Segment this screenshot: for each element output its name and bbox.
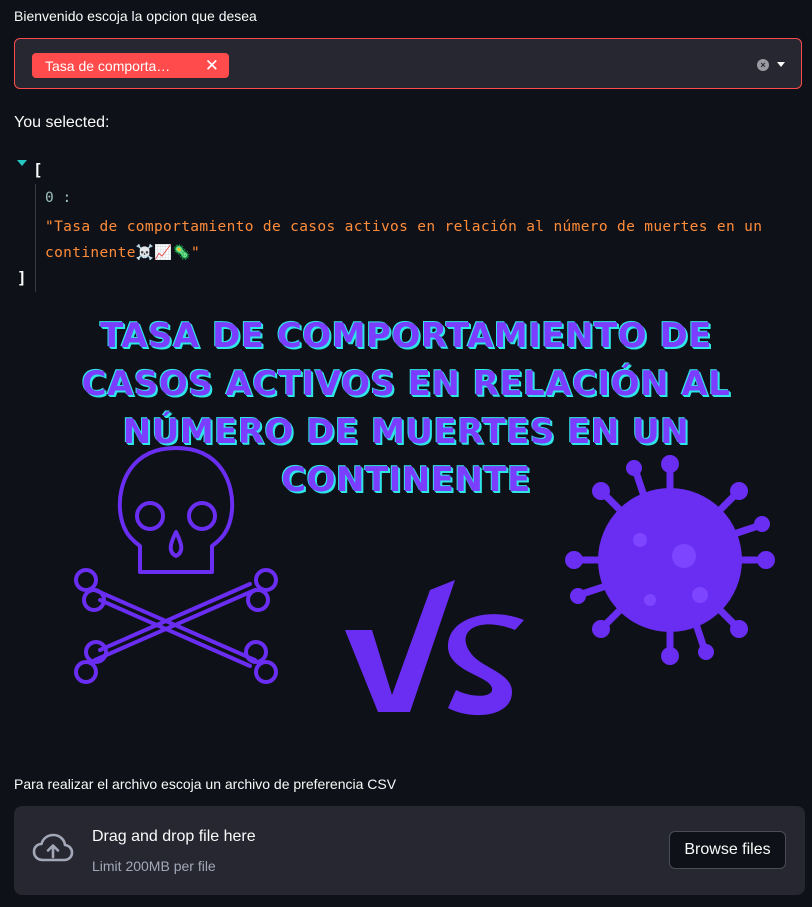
collapse-toggle-icon[interactable] bbox=[17, 160, 27, 166]
selected-option-chip[interactable]: Tasa de comporta… ✕ bbox=[32, 53, 229, 78]
multiselect-label: Bienvenido escoja la opcion que desea bbox=[14, 8, 257, 24]
dropzone-title: Drag and drop file here bbox=[92, 828, 256, 845]
versus-text-art bbox=[345, 580, 524, 716]
clear-selection-icon[interactable]: × bbox=[757, 59, 769, 71]
json-indent-guide bbox=[35, 184, 36, 292]
option-multiselect[interactable]: Tasa de comporta… ✕ × bbox=[14, 38, 802, 89]
dropzone-limit-text: Limit 200MB per file bbox=[92, 858, 216, 874]
json-open-bracket: [ bbox=[33, 160, 43, 179]
file-dropzone[interactable]: Drag and drop file here Limit 200MB per … bbox=[14, 806, 805, 895]
cloud-upload-icon bbox=[32, 833, 74, 862]
browse-files-button[interactable]: Browse files bbox=[669, 831, 786, 869]
selected-option-text: Tasa de comporta… bbox=[45, 57, 171, 74]
json-close-bracket: ] bbox=[17, 268, 27, 287]
uploader-label: Para realizar el archivo escoja un archi… bbox=[14, 776, 397, 792]
banner-title: TASA DE COMPORTAMIENTO DE CASOS ACTIVOS … bbox=[81, 316, 731, 500]
topic-banner-image: TASA DE COMPORTAMIENTO DE CASOS ACTIVOS … bbox=[0, 300, 812, 760]
selection-heading: You selected: bbox=[14, 114, 110, 131]
remove-option-icon[interactable]: ✕ bbox=[205, 57, 219, 74]
app-root: Bienvenido escoja la opcion que desea Ta… bbox=[0, 0, 812, 907]
chevron-down-icon[interactable] bbox=[777, 62, 785, 67]
json-item-index: 0 : bbox=[45, 190, 72, 206]
json-item-value: "Tasa de comportamiento de casos activos… bbox=[45, 219, 763, 261]
